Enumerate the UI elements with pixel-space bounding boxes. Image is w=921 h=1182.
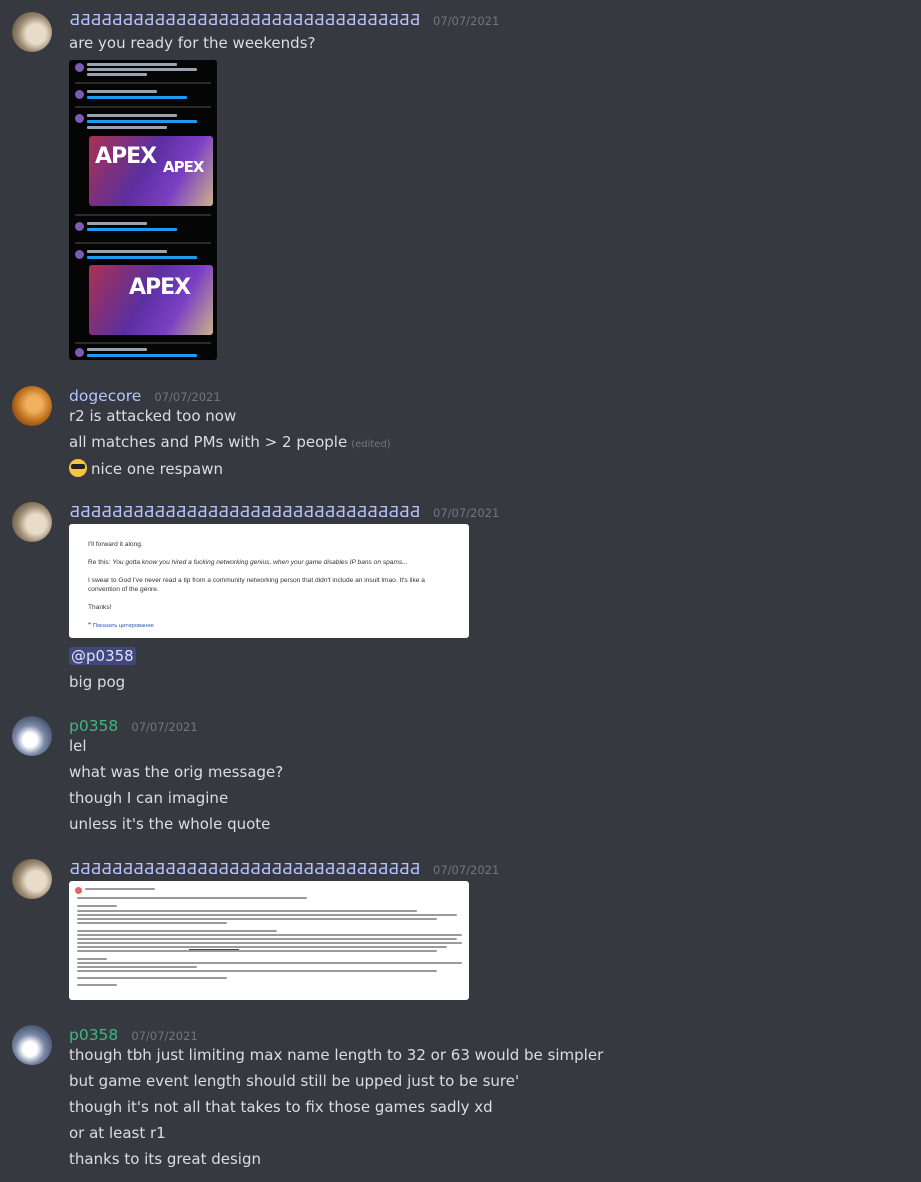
message-header: dogecore 07/07/2021	[69, 386, 221, 405]
edited-label: (edited)	[351, 439, 391, 450]
avatar-icon	[75, 887, 82, 894]
timestamp: 07/07/2021	[433, 14, 500, 28]
image-attachment[interactable]: APEX APEX APEX	[69, 60, 217, 360]
message-text: thanks to its great design	[69, 1150, 262, 1168]
message-text: r2 is attacked too now	[69, 407, 237, 425]
mention-line: @p0358	[69, 647, 136, 665]
message-text: though tbh just limiting max name length…	[69, 1046, 604, 1064]
timestamp: 07/07/2021	[433, 863, 500, 877]
message-text: or at least r1	[69, 1124, 166, 1142]
image-attachment[interactable]	[69, 881, 469, 1000]
message-text: big pog	[69, 673, 126, 691]
user-avatar[interactable]	[12, 1025, 52, 1065]
username[interactable]: p0358	[69, 717, 118, 735]
message-header: ƋƋƋƋƋƋƋƋƋƋƋƋƋƋƋƋƋƋƋƋƋƋƋƋƋƋƋƋƋƋƋƋƋ 07/07/…	[69, 10, 499, 29]
message-text: all matches and PMs with > 2 people	[69, 433, 348, 451]
username[interactable]: ƋƋƋƋƋƋƋƋƋƋƋƋƋƋƋƋƋƋƋƋƋƋƋƋƋƋƋƋƋƋƋƋƋ	[69, 860, 420, 878]
message-text: are you ready for the weekends?	[69, 34, 316, 52]
username[interactable]: dogecore	[69, 387, 141, 405]
email-line: Re this: You gotta know you hired a fuck…	[88, 559, 408, 566]
message-header: p0358 07/07/2021	[69, 1025, 198, 1044]
message-header: p0358 07/07/2021	[69, 716, 198, 735]
message-text: but game event length should still be up…	[69, 1072, 520, 1090]
message-text-edited: all matches and PMs with > 2 people (edit…	[69, 433, 391, 451]
username[interactable]: ƋƋƋƋƋƋƋƋƋƋƋƋƋƋƋƋƋƋƋƋƋƋƋƋƋƋƋƋƋƋƋƋƋ	[69, 503, 420, 521]
user-avatar[interactable]	[12, 859, 52, 899]
email-line: I'll forward it along.	[88, 541, 143, 548]
email-line: I swear to God I've never read a tip fro…	[88, 577, 425, 593]
email-screenshot-attachment[interactable]: I'll forward it along. Re this: You gott…	[69, 524, 469, 638]
message-header: ƋƋƋƋƋƋƋƋƋƋƋƋƋƋƋƋƋƋƋƋƋƋƋƋƋƋƋƋƋƋƋƋƋ 07/07/…	[69, 502, 499, 521]
timestamp: 07/07/2021	[131, 720, 198, 734]
message-text-emoji: nice one respawn	[69, 459, 223, 478]
show-quote-link: ❞ Показать цитирование	[88, 623, 154, 629]
email-line: Thanks!	[88, 604, 112, 611]
message-text: unless it's the whole quote	[69, 815, 271, 833]
message-header: ƋƋƋƋƋƋƋƋƋƋƋƋƋƋƋƋƋƋƋƋƋƋƋƋƋƋƋƋƋƋƋƋƋ 07/07/…	[69, 859, 499, 878]
message-text: nice one respawn	[91, 460, 223, 478]
cool-emoji-icon[interactable]	[69, 459, 87, 477]
message-text: though it's not all that takes to fix th…	[69, 1098, 493, 1116]
timestamp: 07/07/2021	[131, 1029, 198, 1043]
user-avatar[interactable]	[12, 12, 52, 52]
message-text: lel	[69, 737, 87, 755]
user-avatar[interactable]	[12, 386, 52, 426]
timestamp: 07/07/2021	[433, 506, 500, 520]
username[interactable]: ƋƋƋƋƋƋƋƋƋƋƋƋƋƋƋƋƋƋƋƋƋƋƋƋƋƋƋƋƋƋƋƋƋ	[69, 11, 420, 29]
user-mention[interactable]: @p0358	[69, 647, 136, 665]
username[interactable]: p0358	[69, 1026, 118, 1044]
user-avatar[interactable]	[12, 502, 52, 542]
message-text: what was the orig message?	[69, 763, 284, 781]
timestamp: 07/07/2021	[154, 390, 221, 404]
message-text: though I can imagine	[69, 789, 229, 807]
user-avatar[interactable]	[12, 716, 52, 756]
